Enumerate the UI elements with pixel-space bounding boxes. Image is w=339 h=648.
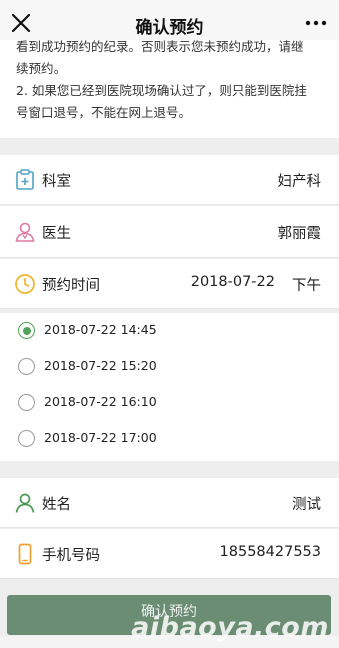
time-slot-option[interactable]: 2018-07-22 17:00	[0, 421, 339, 461]
notice-line: 号窗口退号，不能在网上退号。	[16, 105, 192, 120]
department-value: 妇产科	[277, 174, 322, 190]
patient-name-row: 姓名 测试	[0, 478, 339, 528]
doctor-icon	[15, 222, 35, 242]
time-slot-label: 2018-07-22 14:45	[44, 322, 157, 337]
more-dots-icon[interactable]	[305, 14, 327, 32]
patient-name-value: 测试	[292, 497, 321, 513]
department-label: 科室	[42, 174, 71, 190]
radio-unselected[interactable]	[18, 394, 35, 411]
time-slot-option[interactable]: 2018-07-22 15:20	[0, 349, 339, 385]
radio-selected[interactable]	[18, 322, 35, 339]
time-slot-label: 2018-07-22 17:00	[44, 430, 157, 445]
phone-value: 18558427553	[219, 544, 321, 560]
phone-row: 手机号码 18558427553	[0, 529, 339, 579]
clock-icon	[15, 274, 35, 294]
appointment-date: 2018-07-22	[190, 274, 275, 290]
phone-label: 手机号码	[42, 548, 100, 564]
doctor-value: 郭丽霞	[277, 226, 322, 242]
doctor-label: 医生	[42, 226, 71, 242]
radio-unselected[interactable]	[18, 358, 35, 375]
patient-name-label: 姓名	[42, 497, 71, 513]
clipboard-icon	[16, 169, 34, 190]
phone-icon	[18, 543, 32, 565]
notice-line: 续预约。	[16, 61, 67, 76]
time-slot-option[interactable]: 2018-07-22 16:10	[0, 385, 339, 421]
notice-line: 2. 如果您已经到医院现场确认过了，则只能到医院挂	[16, 83, 307, 98]
notice-line: 看到成功预约的纪录。否则表示您未预约成功，请继	[16, 40, 304, 54]
appointment-time-row: 预约时间 下午 2018-07-22	[0, 259, 339, 309]
person-icon	[15, 493, 35, 513]
radio-unselected[interactable]	[18, 430, 35, 447]
notice-text: 看到成功预约的纪录。否则表示您未预约成功，请继 续预约。 2. 如果您已经到医院…	[0, 40, 339, 138]
time-slot-option[interactable]: 2018-07-22 14:45	[0, 313, 339, 349]
time-slot-label: 2018-07-22 16:10	[44, 394, 157, 409]
watermark-text: aibaoya.com	[131, 612, 329, 643]
page-title: 确认预约	[135, 18, 204, 38]
appointment-time-label: 预约时间	[42, 278, 100, 294]
time-slot-label: 2018-07-22 15:20	[44, 358, 157, 373]
department-row: 科室 妇产科	[0, 155, 339, 205]
doctor-row: 医生 郭丽霞	[0, 206, 339, 258]
appointment-period: 下午	[292, 278, 321, 294]
